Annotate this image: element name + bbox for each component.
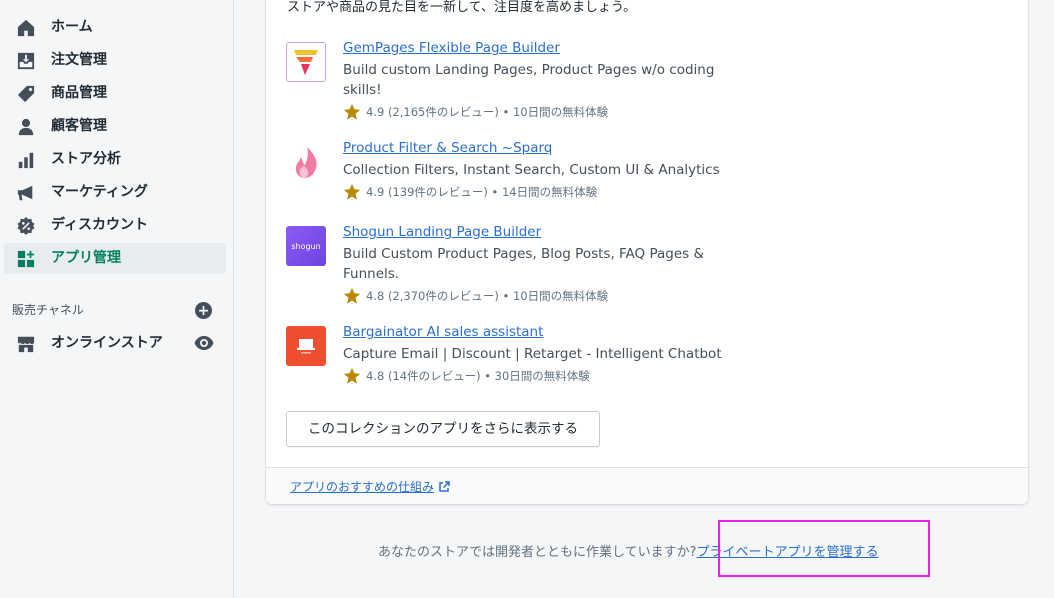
- sidebar-item-products[interactable]: 商品管理: [4, 78, 226, 109]
- app-description: Build custom Landing Pages, Product Page…: [343, 62, 715, 98]
- app-rating: 4.8: [366, 369, 385, 383]
- home-icon: [16, 18, 36, 38]
- app-review-count: (139件のレビュー): [387, 185, 488, 199]
- orders-icon: [16, 51, 36, 71]
- megaphone-icon: [16, 183, 36, 203]
- sidebar-item-analytics[interactable]: ストア分析: [4, 144, 226, 175]
- shogun-logo-text: shogun: [291, 241, 321, 251]
- sidebar-item-label: マーケティング: [51, 184, 148, 200]
- app-rating: 4.9: [366, 185, 385, 199]
- sidebar-item-home[interactable]: ホーム: [4, 12, 226, 43]
- how-recommendations-work-link[interactable]: アプリのおすすめの仕組み: [290, 478, 450, 495]
- tag-icon: [16, 84, 36, 104]
- app-trial-info: • 14日間の無料体験: [491, 185, 598, 199]
- sidebar-item-label: 顧客管理: [51, 118, 107, 134]
- app-rating: 4.8: [366, 289, 385, 303]
- gempages-logo-icon[interactable]: [286, 42, 326, 82]
- sidebar-item-customers[interactable]: 顧客管理: [4, 111, 226, 142]
- app-rating-row: 4.8 (2,370件のレビュー) • 10日間の無料体験: [343, 287, 608, 305]
- private-apps-question: あなたのストアでは開発者とともに作業していますか?: [378, 545, 697, 560]
- sparq-flame-logo-icon[interactable]: [286, 142, 326, 182]
- store-icon: [16, 334, 36, 354]
- app-rating-row: 4.9 (2,165件のレビュー) • 10日間の無料体験: [343, 103, 608, 121]
- collection-intro-text: ストアや商品の見た目を一新して、注目度を高めましょう。: [287, 0, 637, 15]
- sidebar-item-label: 注文管理: [51, 52, 107, 68]
- show-more-apps-button[interactable]: このコレクションのアプリをさらに表示する: [286, 411, 600, 447]
- bar-chart-icon: [16, 150, 36, 170]
- sidebar-item-label: オンラインストア: [51, 335, 163, 351]
- app-rating-row: 4.9 (139件のレビュー) • 14日間の無料体験: [343, 183, 597, 201]
- bargainator-chat-logo-icon[interactable]: [286, 326, 326, 366]
- sidebar-item-label: アプリ管理: [51, 250, 121, 266]
- star-icon: [343, 367, 361, 384]
- app-name-link[interactable]: Bargainator AI sales assistant: [343, 324, 543, 340]
- sidebar-item-label: 商品管理: [51, 85, 107, 101]
- card-footer: アプリのおすすめの仕組み: [266, 467, 1028, 504]
- star-icon: [343, 103, 361, 120]
- app-name-link[interactable]: Product Filter & Search ~Sparq: [343, 140, 552, 156]
- sidebar-item-discounts[interactable]: ディスカウント: [4, 210, 226, 241]
- app-rating: 4.9: [366, 105, 385, 119]
- app-collection-card: ストアや商品の見た目を一新して、注目度を高めましょう。 GemPages Fle…: [266, 0, 1028, 504]
- external-link-icon: [439, 480, 450, 492]
- sidebar-item-label: ディスカウント: [51, 217, 149, 233]
- star-icon: [343, 287, 361, 304]
- app-review-count: (2,165件のレビュー): [387, 105, 499, 119]
- app-review-count: (2,370件のレビュー): [387, 289, 499, 303]
- star-icon: [343, 183, 361, 200]
- app-description: Collection Filters, Instant Search, Cust…: [343, 162, 720, 178]
- sidebar-item-marketing[interactable]: マーケティング: [4, 177, 226, 208]
- sidebar-item-orders[interactable]: 注文管理: [4, 45, 226, 76]
- highlight-annotation-box: [718, 520, 930, 577]
- app-rating-row: 4.8 (14件のレビュー) • 30日間の無料体験: [343, 367, 590, 385]
- sidebar: ホーム 注文管理 商品管理 顧客管理 ストア分析 マーケティング ディスカウント…: [0, 0, 234, 598]
- app-trial-info: • 10日間の無料体験: [502, 105, 609, 119]
- add-channel-button[interactable]: +: [195, 302, 212, 319]
- person-icon: [16, 117, 36, 137]
- app-trial-info: • 10日間の無料体験: [502, 289, 609, 303]
- shogun-logo-icon[interactable]: shogun: [286, 226, 326, 266]
- app-review-count: (14件のレビュー): [387, 369, 481, 383]
- sidebar-item-label: ストア分析: [51, 151, 121, 167]
- app-name-link[interactable]: GemPages Flexible Page Builder: [343, 40, 560, 56]
- sidebar-item-label: ホーム: [51, 19, 93, 35]
- discount-icon: [16, 216, 36, 236]
- sidebar-item-online-store[interactable]: オンラインストア: [4, 328, 226, 359]
- sidebar-item-apps[interactable]: アプリ管理: [4, 243, 226, 274]
- app-description: Build Custom Product Pages, Blog Posts, …: [343, 246, 705, 282]
- app-description: Capture Email | Discount | Retarget - In…: [343, 346, 722, 362]
- view-store-eye-icon[interactable]: [194, 335, 214, 351]
- app-name-link[interactable]: Shogun Landing Page Builder: [343, 224, 541, 240]
- apps-icon: [16, 249, 36, 269]
- app-trial-info: • 30日間の無料体験: [484, 369, 590, 383]
- footer-link-label: アプリのおすすめの仕組み: [290, 480, 435, 494]
- sales-channels-heading: 販売チャネル: [12, 303, 84, 317]
